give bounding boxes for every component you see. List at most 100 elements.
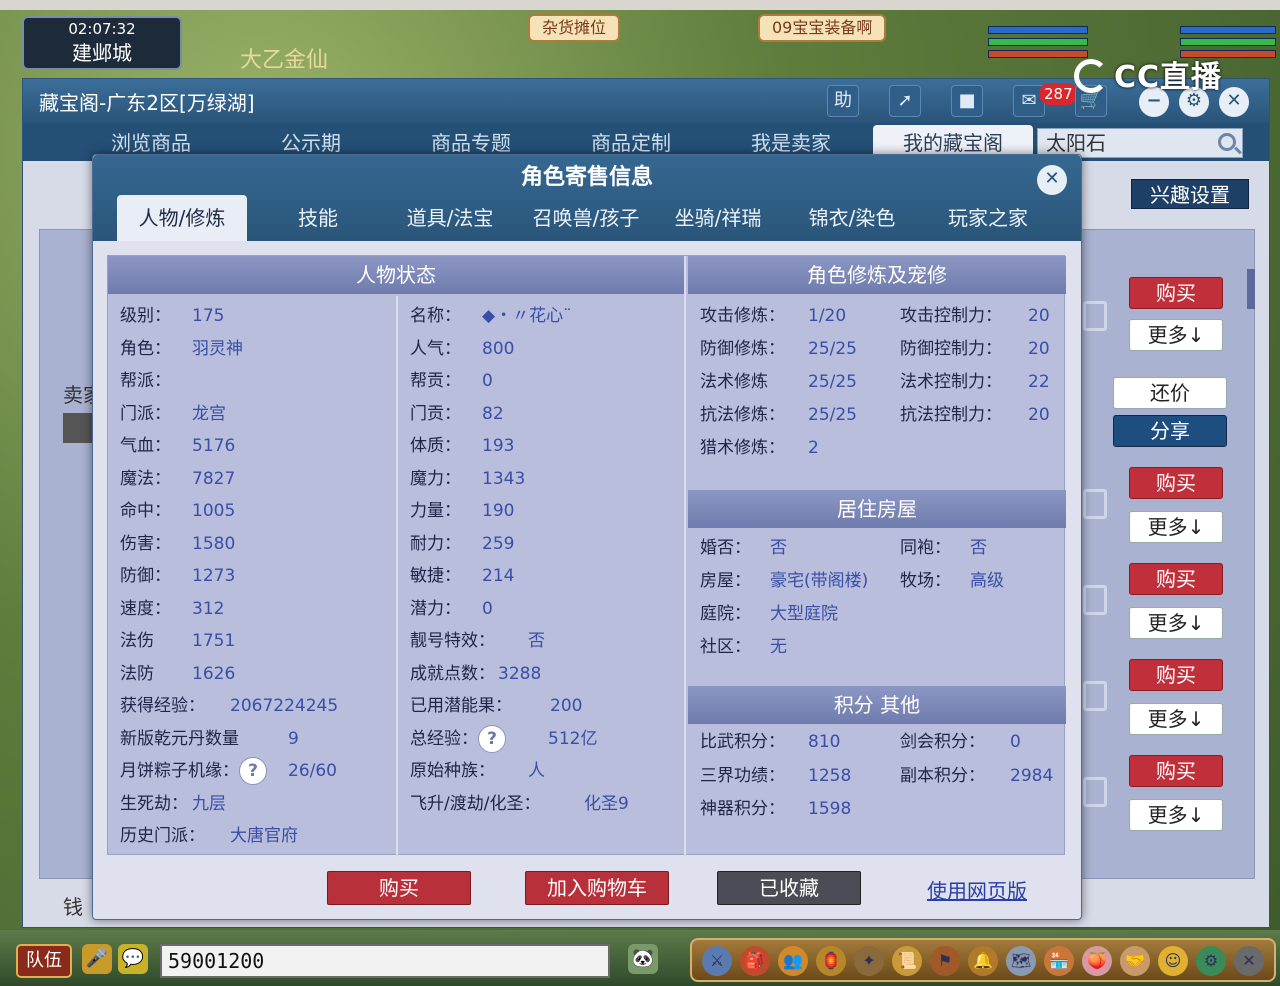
more-button[interactable]: 更多↓	[1129, 607, 1223, 639]
info-row: 比武积分： 810	[700, 728, 840, 756]
more-button[interactable]: 更多↓	[1129, 703, 1223, 735]
info-value: 大唐官府	[230, 826, 298, 846]
info-label: 伤害：	[120, 533, 171, 554]
smile-icon[interactable]: ☺	[1158, 946, 1188, 976]
tab-skills[interactable]: 技能	[253, 195, 383, 241]
info-label: 副本积分：	[900, 765, 985, 786]
info-row: 防御修炼： 25/25	[700, 335, 857, 363]
pet-face-icon[interactable]: 🐼	[628, 944, 658, 974]
buy-button[interactable]: 购买	[1129, 755, 1223, 787]
chat-input[interactable]: 59001200	[160, 944, 610, 978]
info-row: 历史门派： 大唐官府	[120, 822, 298, 850]
friends-icon[interactable]: 👥	[778, 946, 808, 976]
section-house: 居住房屋	[688, 490, 1066, 528]
more-button[interactable]: 更多↓	[1129, 799, 1223, 831]
tab-pets[interactable]: 召唤兽/孩子	[521, 195, 651, 241]
more-button[interactable]: 更多↓	[1129, 319, 1223, 351]
info-value: 0	[1010, 732, 1021, 752]
guild-icon[interactable]: ⚑	[930, 946, 960, 976]
search-icon[interactable]	[1218, 133, 1236, 151]
info-row: 门派： 龙宫	[120, 400, 226, 428]
dialog-body: 人物状态 角色修炼及宠修 居住房屋 积分 其他 级别： 175 角色： 羽灵神 帮派： 门…	[107, 255, 1066, 856]
help-question-icon[interactable]: ?	[478, 724, 506, 753]
favorited-button[interactable]: 已收藏	[717, 871, 861, 905]
handshake-icon[interactable]: 🤝	[1120, 946, 1150, 976]
lantern-icon[interactable]: 🏮	[816, 946, 846, 976]
seller-filter[interactable]	[63, 413, 93, 443]
sword-icon[interactable]: ⚔	[702, 946, 732, 976]
share-button[interactable]: 分享	[1113, 415, 1227, 447]
cart-icon[interactable]	[1083, 489, 1107, 519]
cart-icon[interactable]	[1083, 681, 1107, 711]
help-question-icon[interactable]: ?	[239, 757, 267, 785]
info-value: 否	[528, 631, 545, 651]
cart-icon[interactable]	[1083, 585, 1107, 615]
exit-icon[interactable]: ✕	[1234, 946, 1264, 976]
info-value: 193	[482, 436, 515, 456]
list-scrollbar[interactable]	[1247, 269, 1255, 309]
info-label: 历史门派：	[120, 826, 205, 846]
info-label: 三界功绩：	[700, 765, 785, 786]
info-row: 角色： 羽灵神	[120, 335, 243, 363]
info-label: 法术控制力：	[900, 372, 1002, 392]
buy-role-button[interactable]: 购买	[327, 871, 471, 905]
peach-icon[interactable]: 🍑	[1082, 946, 1112, 976]
more-button[interactable]: 更多↓	[1129, 511, 1223, 543]
info-label: 级别：	[120, 306, 171, 326]
section-character-status: 人物状态	[108, 256, 684, 294]
tab-home[interactable]: 玩家之家	[923, 195, 1053, 241]
cc-ring-icon	[1074, 59, 1108, 93]
dialog-header: 角色寄售信息 ✕ 人物/修炼 技能 道具/法宝 召唤兽/孩子 坐骑/祥瑞 锦衣/…	[93, 155, 1081, 241]
stop-icon[interactable]: ■	[951, 85, 983, 117]
tab-items[interactable]: 道具/法宝	[385, 195, 515, 241]
info-label: 飞升/渡劫/化圣：	[410, 793, 541, 814]
speech-bubble-icon[interactable]: 💬	[118, 944, 148, 974]
info-value: 羽灵神	[192, 338, 243, 359]
tab-mounts[interactable]: 坐骑/祥瑞	[653, 195, 783, 241]
cart-icon[interactable]	[1083, 301, 1107, 331]
microphone-icon[interactable]: 🎤	[82, 944, 112, 974]
stall-tag-right[interactable]: 09宝宝装备啊	[758, 14, 887, 42]
bag-icon[interactable]: 🎒	[740, 946, 770, 976]
info-value: 2984	[1010, 765, 1054, 786]
task-icon[interactable]: 📜	[892, 946, 922, 976]
buy-button[interactable]: 购买	[1129, 563, 1223, 595]
info-label: 抗法控制力：	[900, 405, 1002, 425]
share-arrow-icon[interactable]: ➚	[889, 85, 921, 117]
tab-outfits[interactable]: 锦衣/染色	[787, 195, 917, 241]
dialog-close-icon[interactable]: ✕	[1037, 165, 1067, 195]
system-icon[interactable]: ⚙	[1196, 946, 1226, 976]
cart-icon[interactable]	[1083, 777, 1107, 807]
buy-button[interactable]: 购买	[1129, 277, 1223, 309]
buy-button[interactable]: 购买	[1129, 659, 1223, 691]
team-button[interactable]: 队伍	[16, 944, 72, 978]
info-label: 靓号特效：	[410, 631, 495, 651]
close-icon[interactable]: ✕	[1219, 87, 1249, 117]
info-value: 9	[288, 728, 299, 749]
buy-button[interactable]: 购买	[1129, 467, 1223, 499]
map-icon[interactable]: 🗺	[1006, 946, 1036, 976]
info-row: 耐力： 259	[410, 530, 514, 558]
skill-icon[interactable]: ✦	[854, 946, 884, 976]
info-label: 法防	[120, 663, 154, 684]
tab-character[interactable]: 人物/修炼	[117, 195, 247, 241]
help-button[interactable]: 助	[827, 85, 859, 117]
info-value: 龙宫	[192, 403, 226, 424]
interest-settings-button[interactable]: 兴趣设置	[1131, 179, 1249, 209]
info-value: 1598	[808, 799, 852, 819]
shop-icon[interactable]: 🏪	[1044, 946, 1074, 976]
info-row: 魔法： 7827	[120, 465, 235, 493]
info-value: 0	[482, 598, 493, 619]
info-label: 成就点数：	[410, 663, 495, 684]
add-to-cart-button[interactable]: 加入购物车	[525, 871, 669, 905]
bargain-button[interactable]: 还价	[1113, 377, 1227, 409]
info-row: 副本积分： 2984	[900, 762, 1053, 790]
web-version-link[interactable]: 使用网页版	[927, 875, 1027, 904]
info-row: 力量： 190	[410, 497, 514, 525]
info-value: 1/20	[808, 306, 847, 326]
bell-icon[interactable]: 🔔	[968, 946, 998, 976]
stall-tag-left[interactable]: 杂货摊位	[528, 14, 621, 42]
info-value: 否	[970, 538, 987, 558]
info-value: 22	[1028, 372, 1050, 392]
info-label: 耐力：	[410, 533, 461, 554]
